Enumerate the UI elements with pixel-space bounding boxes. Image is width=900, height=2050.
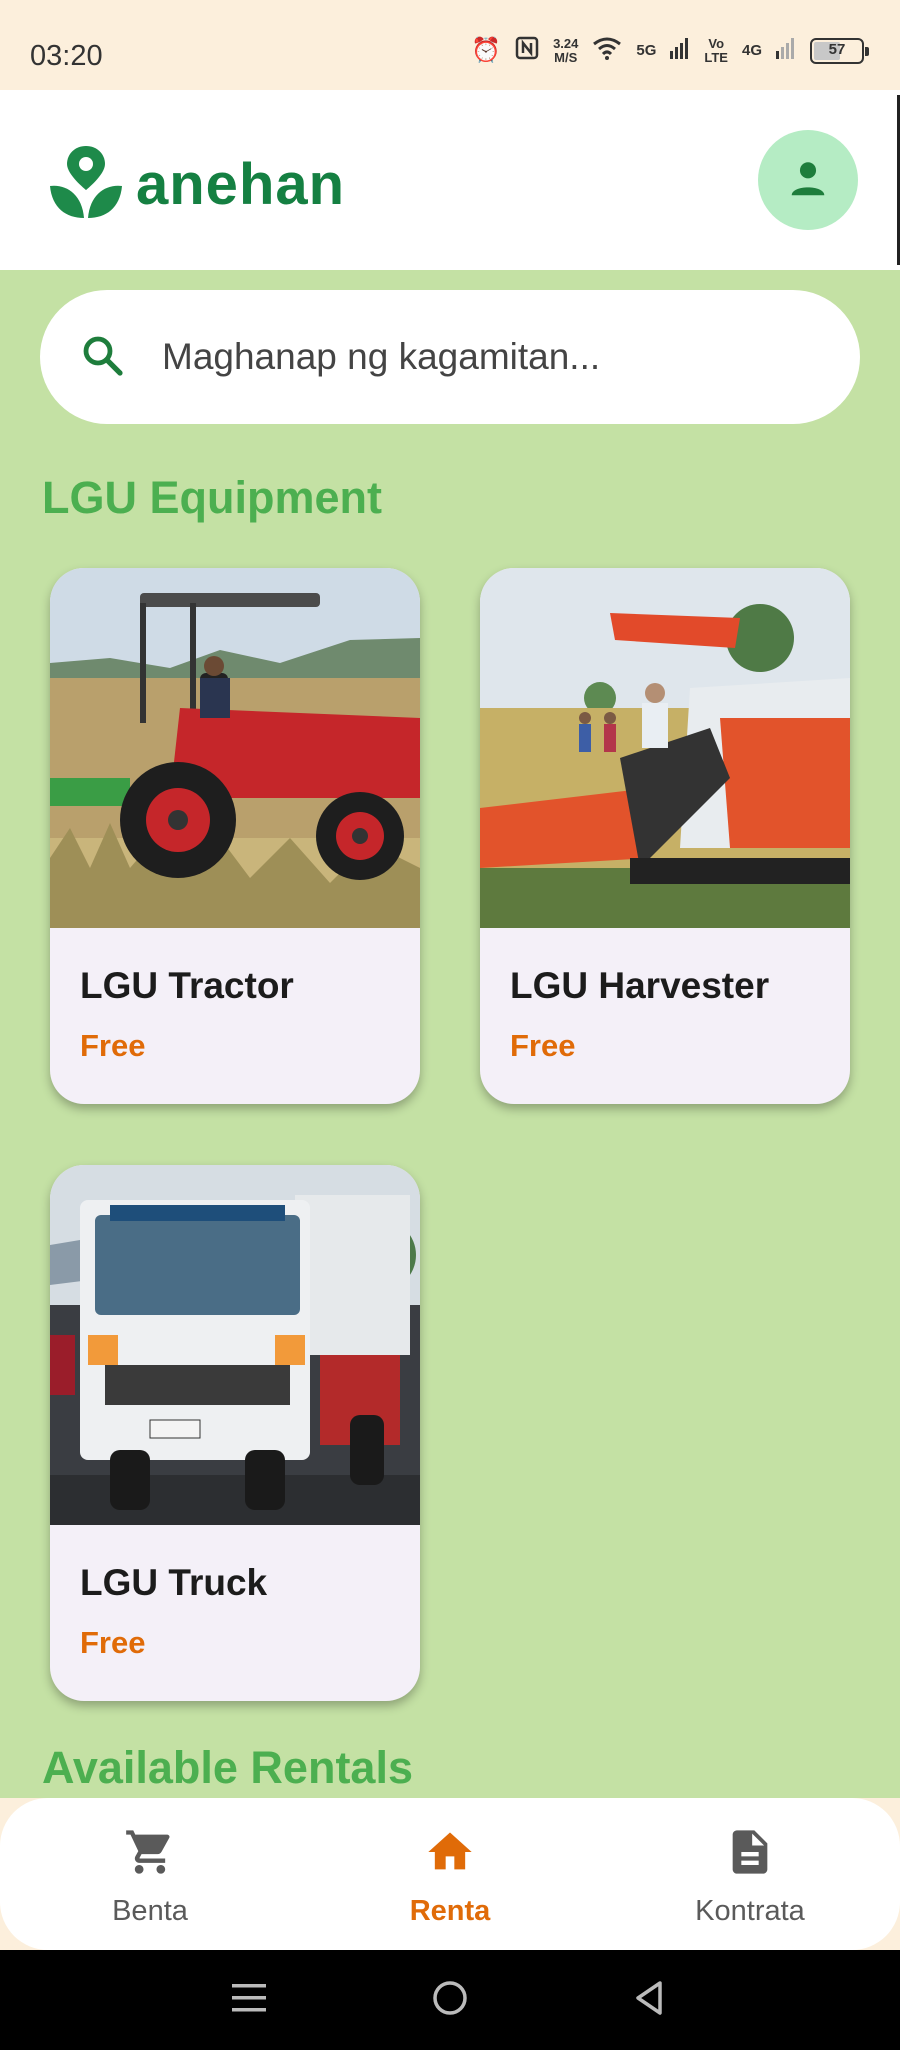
equipment-price: Free: [80, 1028, 146, 1063]
nav-item-renta[interactable]: Renta: [300, 1798, 600, 1950]
bottom-navigation: Benta Renta Kontrata: [0, 1798, 900, 1950]
volte-top: Vo: [708, 35, 725, 51]
equipment-name: LGU Tractor: [80, 965, 294, 1006]
network-speed-unit: M/S: [554, 49, 578, 65]
profile-avatar-button[interactable]: [758, 130, 858, 230]
equipment-price: Free: [80, 1625, 146, 1660]
status-time: 03:20: [30, 40, 103, 72]
truck-image: [50, 1165, 420, 1525]
home-circle-icon[interactable]: [430, 1978, 470, 2023]
equipment-card-harvester[interactable]: LGU Harvester Free: [480, 568, 850, 1104]
nav-item-benta[interactable]: Benta: [0, 1798, 300, 1950]
volte-bottom: LTE: [704, 49, 728, 65]
document-icon: [724, 1826, 776, 1883]
app-name: anehan: [136, 152, 346, 217]
battery-icon: 57: [810, 37, 869, 64]
volte-indicator: Vo LTE: [704, 35, 728, 65]
signal-icon: [670, 37, 690, 64]
nav-label-kontrata: Kontrata: [695, 1895, 805, 1927]
section-title-lgu-equipment: LGU Equipment: [42, 472, 382, 523]
equipment-price: Free: [510, 1028, 576, 1063]
logo-leaf-pin-icon: [48, 144, 124, 225]
menu-icon[interactable]: [230, 1980, 270, 2021]
search-input[interactable]: Maghanap ng kagamitan...: [40, 290, 860, 424]
equipment-card-truck[interactable]: LGU Truck Free: [50, 1165, 420, 1701]
nav-label-benta: Benta: [112, 1895, 188, 1927]
back-icon[interactable]: [630, 1978, 670, 2023]
equipment-name: LGU Harvester: [510, 965, 770, 1006]
equipment-name: LGU Truck: [80, 1562, 268, 1603]
network-speed: 3.24 M/S: [553, 35, 579, 65]
app-logo[interactable]: anehan: [48, 144, 345, 225]
section-title-available-rentals: Available Rentals: [42, 1742, 413, 1793]
system-navigation-bar: [0, 1950, 900, 2050]
status-bar: 03:20 ⏰ 3.24 M/S 5G Vo LTE 4G 57: [0, 0, 900, 90]
person-icon: [785, 155, 831, 206]
net-5g-label: 5G: [636, 42, 657, 59]
search-icon: [78, 331, 126, 384]
equipment-card-tractor[interactable]: LGU Tractor Free: [50, 568, 420, 1104]
network-speed-value: 3.24: [553, 35, 579, 51]
alarm-icon: ⏰: [471, 36, 502, 64]
app-header: anehan: [0, 90, 900, 270]
signal-icon-secondary: [776, 37, 796, 64]
net-4g-label: 4G: [741, 42, 762, 59]
cart-icon: [124, 1826, 176, 1883]
battery-level: 57: [828, 40, 846, 58]
harvester-image: [480, 568, 850, 928]
nav-item-kontrata[interactable]: Kontrata: [600, 1798, 900, 1950]
status-icons: ⏰ 3.24 M/S 5G Vo LTE 4G 57: [471, 35, 869, 65]
wifi-icon: [592, 36, 622, 65]
nav-label-renta: Renta: [409, 1895, 491, 1927]
nfc-icon: [515, 36, 539, 65]
tractor-image: [50, 568, 420, 928]
search-placeholder: Maghanap ng kagamitan...: [162, 336, 601, 377]
home-icon: [424, 1826, 476, 1883]
